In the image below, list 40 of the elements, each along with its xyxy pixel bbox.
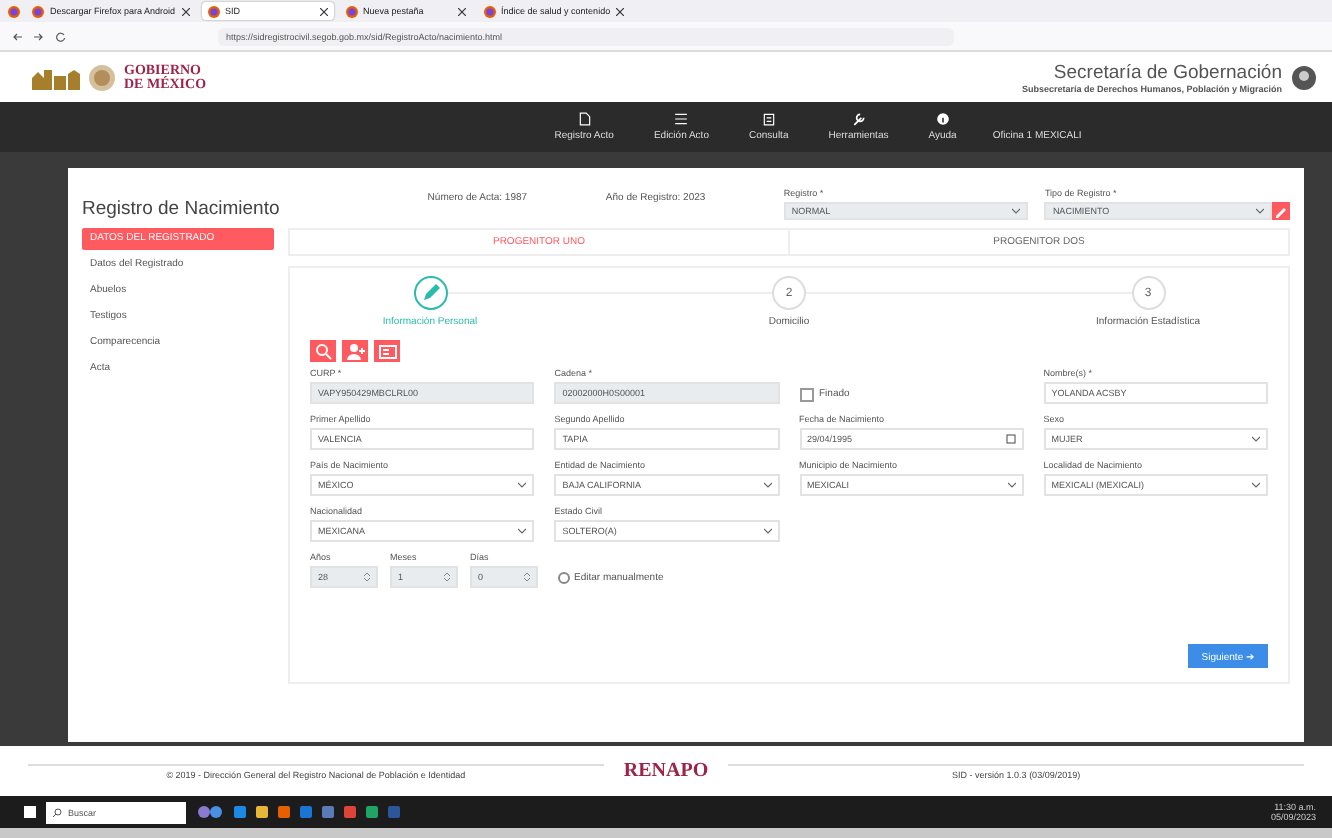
search-icon [52,807,62,817]
wrench-icon [851,112,866,126]
clipboard-icon [761,112,776,126]
close-icon[interactable] [457,7,466,15]
spinner-icon [364,572,370,582]
radio-button[interactable] [558,572,570,584]
close-icon[interactable] [181,7,190,15]
dropdown-caret-icon [518,482,527,488]
dropdown-caret-icon [1252,436,1260,442]
close-icon[interactable] [319,7,328,15]
document-icon [577,112,592,126]
dropdown-caret-icon [1007,482,1016,488]
checkbox[interactable] [799,387,813,401]
secretariat-title: Secretaría de Gobernación [1051,61,1282,83]
calendar-icon [1005,434,1016,444]
reload-icon[interactable] [56,31,66,41]
close-icon[interactable] [616,7,625,15]
dropdown-caret-icon [1012,208,1021,214]
search-button[interactable] [310,340,336,362]
building-drawing [32,65,80,89]
forward-icon[interactable] [34,31,44,41]
info-icon [935,112,950,126]
renapo-logo: RENAPO [623,760,709,782]
start-icon[interactable] [24,806,36,818]
spinner-icon [444,572,450,582]
spinner-icon [524,572,530,582]
dropdown-caret-icon [518,528,527,534]
emblem-icon [88,63,116,91]
dropdown-caret-icon [763,528,771,534]
dropdown-caret-icon [1252,482,1260,488]
add-user-button[interactable] [342,340,368,362]
back-icon[interactable] [12,31,22,41]
page-title: Registro de Nacimiento [82,198,282,220]
avatar-icon[interactable] [1292,65,1316,89]
dropdown-caret-icon [763,482,771,488]
edit-button[interactable] [1272,202,1290,220]
id-card-button[interactable] [374,340,400,362]
lines-icon [674,112,689,126]
step-pencil-icon[interactable] [413,276,447,310]
dropdown-caret-icon [1256,208,1264,214]
